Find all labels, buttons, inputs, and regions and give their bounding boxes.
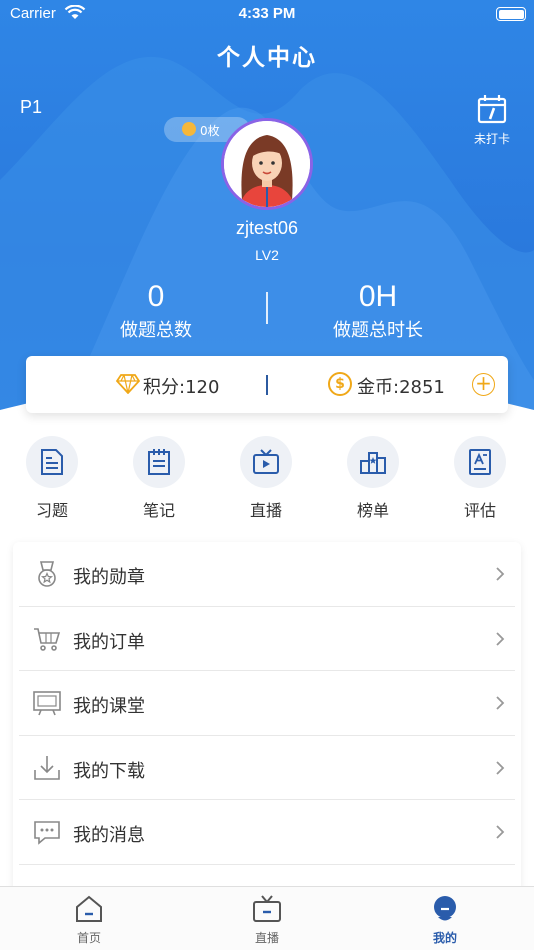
message-icon bbox=[34, 821, 60, 845]
menu-item-medals[interactable]: 我的勋章 bbox=[19, 542, 515, 607]
badge-count: 0枚 bbox=[200, 124, 220, 138]
tab-bar: 首页 直播 我的 bbox=[0, 886, 534, 950]
home-icon bbox=[76, 895, 102, 922]
menu-item-label: 我的课堂 bbox=[73, 696, 145, 717]
page-title: 个人中心 bbox=[217, 45, 317, 71]
ranking-icon bbox=[360, 452, 386, 474]
checkin-button[interactable]: 未打卡 bbox=[470, 94, 514, 147]
tv-icon bbox=[253, 895, 281, 922]
menu-item-label: 我的订单 bbox=[73, 631, 145, 653]
menu-item-classroom[interactable]: 我的课堂 bbox=[19, 671, 515, 736]
menu-item-label: 我的消息 bbox=[73, 825, 145, 846]
classroom-icon bbox=[33, 691, 61, 716]
stat-total-questions: 0 做题总数 bbox=[56, 280, 256, 342]
live-tv-icon bbox=[253, 449, 279, 474]
menu-list: 我的勋章 我的订单 我的课堂 我的下载 我的消息 bbox=[13, 542, 521, 902]
stat-total-time: 0H 做题总时长 bbox=[278, 280, 478, 342]
chevron-right-icon bbox=[496, 567, 505, 581]
quick-action-assessment[interactable]: 评估 bbox=[440, 436, 520, 521]
username: zjtest06 bbox=[235, 218, 299, 238]
quick-actions: 习题 笔记 直播 榜单 评估 bbox=[0, 436, 534, 526]
assessment-icon bbox=[469, 449, 491, 475]
diamond-icon bbox=[116, 374, 140, 394]
menu-item-messages[interactable]: 我的消息 bbox=[19, 800, 515, 865]
quick-action-exercise[interactable]: 习题 bbox=[12, 436, 92, 521]
p1-label[interactable]: P1 bbox=[20, 97, 42, 118]
checkin-label: 未打卡 bbox=[473, 132, 510, 146]
tab-label: 直播 bbox=[254, 931, 279, 945]
quick-action-notes[interactable]: 笔记 bbox=[119, 436, 199, 521]
profile-icon bbox=[434, 896, 456, 921]
chevron-right-icon bbox=[496, 696, 505, 710]
stat-value: 0H bbox=[358, 280, 398, 313]
stat-label: 做题总数 bbox=[120, 320, 192, 341]
chevron-right-icon bbox=[496, 631, 505, 646]
chevron-right-icon bbox=[496, 760, 505, 775]
chevron-right-icon bbox=[496, 825, 505, 839]
menu-item-downloads[interactable]: 我的下载 bbox=[19, 736, 515, 800]
tab-profile[interactable]: 我的 bbox=[405, 895, 485, 946]
tab-label: 首页 bbox=[76, 931, 101, 945]
menu-item-label: 我的勋章 bbox=[73, 567, 145, 588]
menu-item-orders[interactable]: 我的订单 bbox=[19, 607, 515, 671]
status-bar: Carrier 4:33 PM bbox=[0, 0, 534, 30]
stat-divider bbox=[266, 292, 268, 324]
tab-live[interactable]: 直播 bbox=[227, 895, 307, 946]
quick-action-label: 榜单 bbox=[356, 501, 389, 520]
coin-icon: $ bbox=[328, 372, 352, 396]
quick-action-ranking[interactable]: 榜单 bbox=[333, 436, 413, 521]
medal-icon bbox=[38, 561, 56, 587]
tab-home[interactable]: 首页 bbox=[49, 895, 129, 946]
crown-medal-icon bbox=[182, 122, 196, 136]
clock: 4:33 PM bbox=[238, 5, 296, 22]
avatar[interactable] bbox=[221, 118, 313, 210]
quick-action-label: 习题 bbox=[35, 501, 68, 520]
quick-action-live[interactable]: 直播 bbox=[226, 436, 306, 521]
cart-icon bbox=[34, 627, 61, 651]
avatar-illustration bbox=[224, 121, 310, 207]
stat-value: 0 bbox=[147, 280, 165, 313]
wallet-divider bbox=[266, 375, 268, 395]
menu-item-label: 我的下载 bbox=[73, 760, 145, 782]
calendar-icon bbox=[477, 95, 507, 124]
quick-action-label: 笔记 bbox=[142, 501, 175, 520]
tab-label: 我的 bbox=[432, 931, 457, 945]
profile-screen: Carrier 4:33 PM 个人中心 P1 未打卡 0枚 zjtest06 … bbox=[0, 0, 534, 950]
stat-label: 做题总时长 bbox=[333, 320, 423, 341]
exercise-icon bbox=[41, 449, 63, 475]
wallet-card: 积分:120 $ 金币:2851 + bbox=[26, 356, 508, 413]
user-level: LV2 bbox=[255, 247, 279, 263]
quick-action-label: 直播 bbox=[249, 501, 282, 520]
notes-icon bbox=[148, 449, 170, 475]
coins-label[interactable]: 金币:2851 bbox=[357, 373, 445, 399]
download-icon bbox=[34, 755, 60, 780]
add-coins-button[interactable]: + bbox=[472, 373, 495, 396]
quick-action-label: 评估 bbox=[463, 501, 496, 520]
points-label[interactable]: 积分:120 bbox=[143, 373, 219, 399]
battery-icon bbox=[496, 7, 526, 21]
